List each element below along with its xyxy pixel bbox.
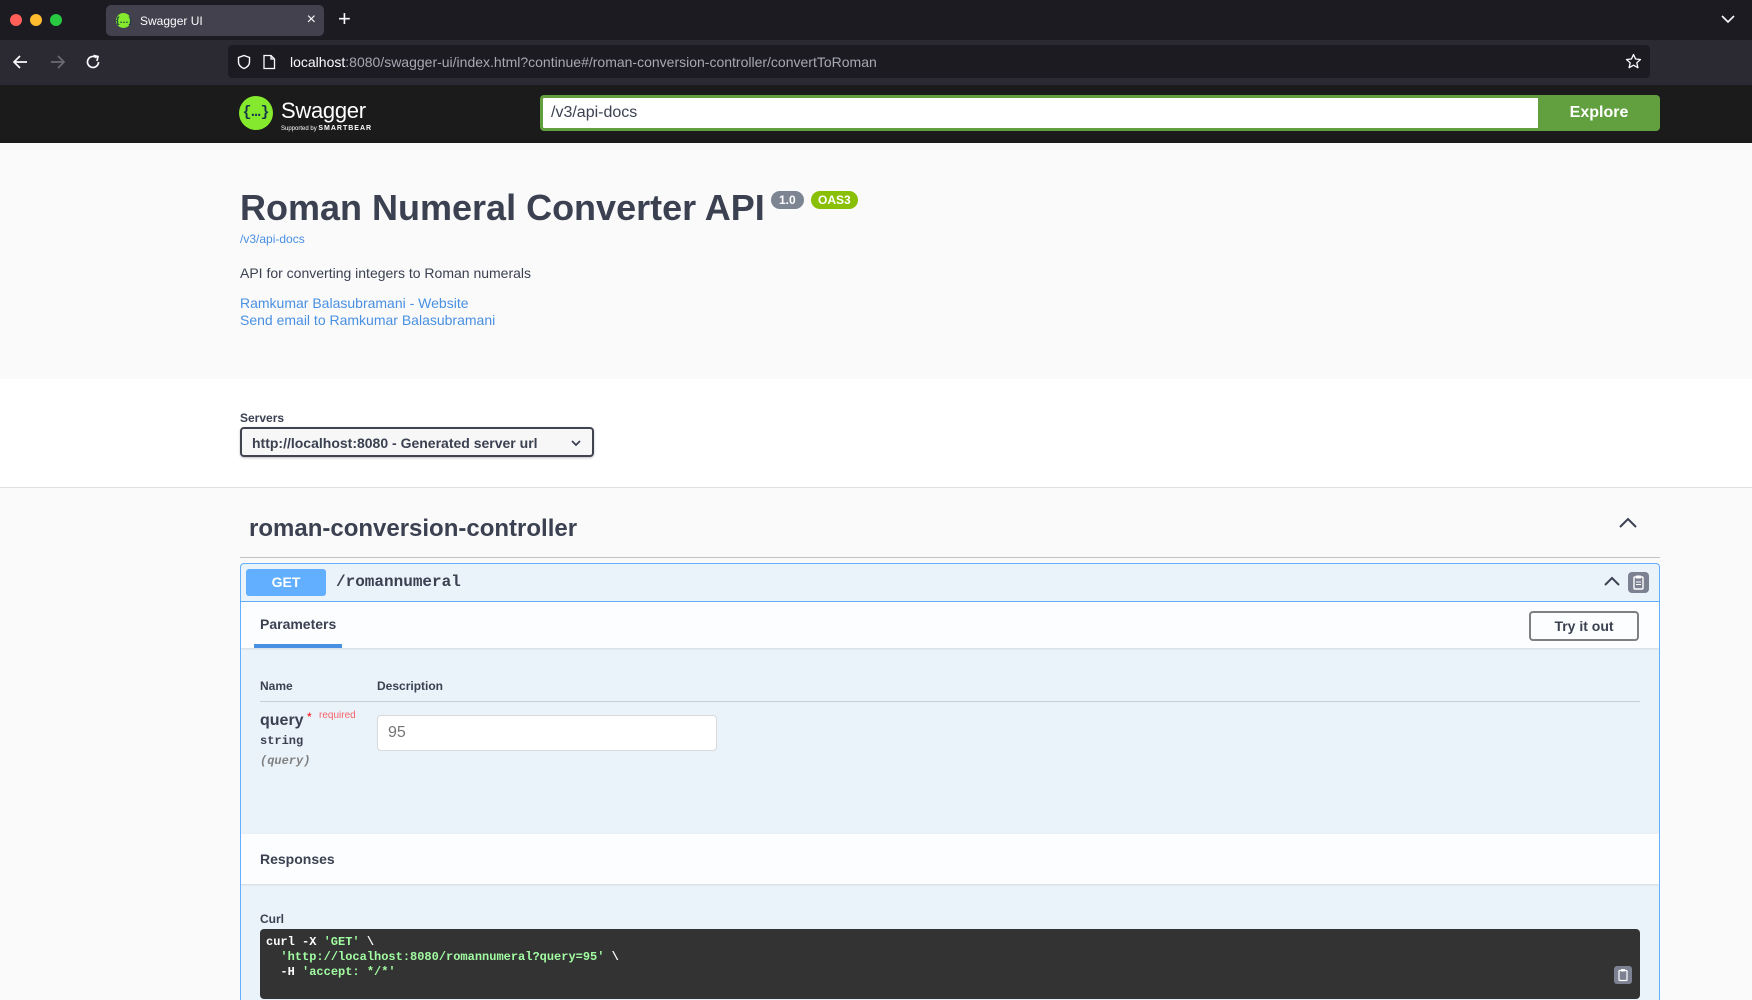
- spec-url-input[interactable]: [540, 95, 1540, 131]
- required-star: *: [307, 710, 312, 724]
- contact-website-link[interactable]: Ramkumar Balasubramani - Website: [240, 295, 469, 311]
- oas-badge: OAS3: [811, 191, 858, 209]
- parameters-header: Parameters Try it out: [241, 602, 1659, 648]
- header-divider: [260, 701, 1640, 702]
- curl-label: Curl: [260, 912, 284, 926]
- servers-label: Servers: [240, 411, 285, 425]
- tag-name: roman-conversion-controller: [249, 515, 578, 542]
- swagger-logo[interactable]: {…} Swagger Supported by SMARTBEAR: [239, 94, 399, 136]
- swagger-favicon-icon: {…}: [116, 13, 132, 28]
- operation-path: /romannumeral: [336, 573, 461, 591]
- curl-line-3: -H 'accept: */*': [266, 965, 396, 979]
- url-path: :8080/swagger-ui/index.html?continue#/ro…: [345, 54, 877, 70]
- swagger-topbar: {…} Swagger Supported by SMARTBEAR Explo…: [0, 85, 1752, 143]
- window-close-button[interactable]: [10, 14, 22, 26]
- param-location: (query): [260, 754, 311, 768]
- curl-l3-cmd: -H: [266, 965, 303, 979]
- copy-to-clipboard-icon[interactable]: [1628, 572, 1649, 593]
- forward-arrow-icon[interactable]: [47, 52, 67, 72]
- logo-sub-brand: SMARTBEAR: [318, 125, 373, 132]
- address-bar[interactable]: localhost:8080/swagger-ui/index.html?con…: [228, 45, 1650, 78]
- tracking-shield-icon[interactable]: [236, 54, 252, 70]
- chevron-up-icon[interactable]: [1618, 516, 1638, 530]
- tab-close-icon[interactable]: ×: [307, 11, 316, 29]
- tab-parameters[interactable]: Parameters: [254, 602, 343, 648]
- swagger-logo-subtitle: Supported by SMARTBEAR: [281, 125, 372, 132]
- chevron-up-icon[interactable]: [1603, 574, 1621, 588]
- api-info-section: Roman Numeral Converter API 1.0 OAS3 /v3…: [0, 143, 1752, 379]
- try-it-out-button[interactable]: Try it out: [1529, 611, 1639, 641]
- browser-nav-bar: localhost:8080/swagger-ui/index.html?con…: [0, 40, 1752, 85]
- swagger-logo-text: Swagger: [281, 98, 366, 123]
- servers-selected-value: http://localhost:8080 - Generated server…: [252, 435, 538, 451]
- param-name: query: [260, 712, 304, 729]
- api-description: API for converting integers to Roman num…: [240, 265, 532, 281]
- curl-line-1: curl -X 'GET' \: [266, 935, 374, 949]
- curl-code-block: curl -X 'GET' \ 'http://localhost:8080/r…: [260, 929, 1640, 999]
- spec-link[interactable]: /v3/api-docs: [240, 232, 305, 246]
- curl-l1-cmd: curl -X: [266, 935, 324, 949]
- query-input[interactable]: [377, 715, 717, 751]
- tag-header[interactable]: roman-conversion-controller: [240, 488, 1660, 558]
- curl-l3-str: 'accept: */*': [302, 965, 396, 979]
- reload-icon[interactable]: [83, 52, 103, 72]
- curl-l1-str: 'GET': [323, 935, 360, 949]
- bookmark-star-icon[interactable]: [1625, 53, 1642, 70]
- page-info-icon[interactable]: [262, 54, 276, 70]
- servers-select[interactable]: http://localhost:8080 - Generated server…: [240, 427, 594, 457]
- contact-email-link[interactable]: Send email to Ramkumar Balasubramani: [240, 312, 495, 328]
- chevron-down-icon: [571, 440, 581, 447]
- column-header-description: Description: [377, 679, 444, 693]
- url-text: localhost:8080/swagger-ui/index.html?con…: [290, 54, 877, 70]
- tab-title: Swagger UI: [140, 14, 203, 28]
- new-tab-plus-icon[interactable]: +: [338, 6, 351, 32]
- curl-l2-indent: [266, 950, 280, 964]
- method-badge: GET: [246, 569, 326, 596]
- explore-button[interactable]: Explore: [1538, 95, 1660, 131]
- servers-section: Servers http://localhost:8080 - Generate…: [0, 379, 1752, 488]
- copy-to-clipboard-icon[interactable]: [1614, 966, 1632, 984]
- operation-summary[interactable]: GET /romannumeral: [241, 564, 1659, 602]
- operation-block-get: GET /romannumeral Parameters Try it out …: [240, 563, 1660, 1000]
- column-header-name: Name: [260, 679, 293, 693]
- list-all-tabs-chevron-icon[interactable]: [1720, 11, 1736, 27]
- required-label: required: [319, 710, 356, 721]
- curl-l2-tail: \: [604, 950, 619, 964]
- url-host: localhost: [290, 54, 346, 70]
- operations-section: roman-conversion-controller GET /romannu…: [0, 488, 1752, 1000]
- curl-l2-str: 'http://localhost:8080/romannumeral?quer…: [280, 950, 605, 964]
- responses-header: Responses: [241, 834, 1659, 884]
- responses-title: Responses: [260, 851, 335, 867]
- window-zoom-button[interactable]: [50, 14, 62, 26]
- back-arrow-icon[interactable]: [11, 52, 31, 72]
- browser-tab-swagger[interactable]: {…} Swagger UI ×: [106, 5, 324, 36]
- window-minimize-button[interactable]: [30, 14, 42, 26]
- api-title: Roman Numeral Converter API: [240, 187, 765, 228]
- curl-line-2: 'http://localhost:8080/romannumeral?quer…: [266, 950, 619, 964]
- swagger-logo-icon: {…}: [239, 96, 273, 130]
- param-type: string: [260, 734, 304, 748]
- logo-sub-prefix: Supported by: [281, 126, 319, 132]
- curl-l1-tail: \: [359, 935, 375, 949]
- version-badge: 1.0: [771, 191, 804, 209]
- browser-tab-bar: {…} Swagger UI × +: [0, 0, 1752, 40]
